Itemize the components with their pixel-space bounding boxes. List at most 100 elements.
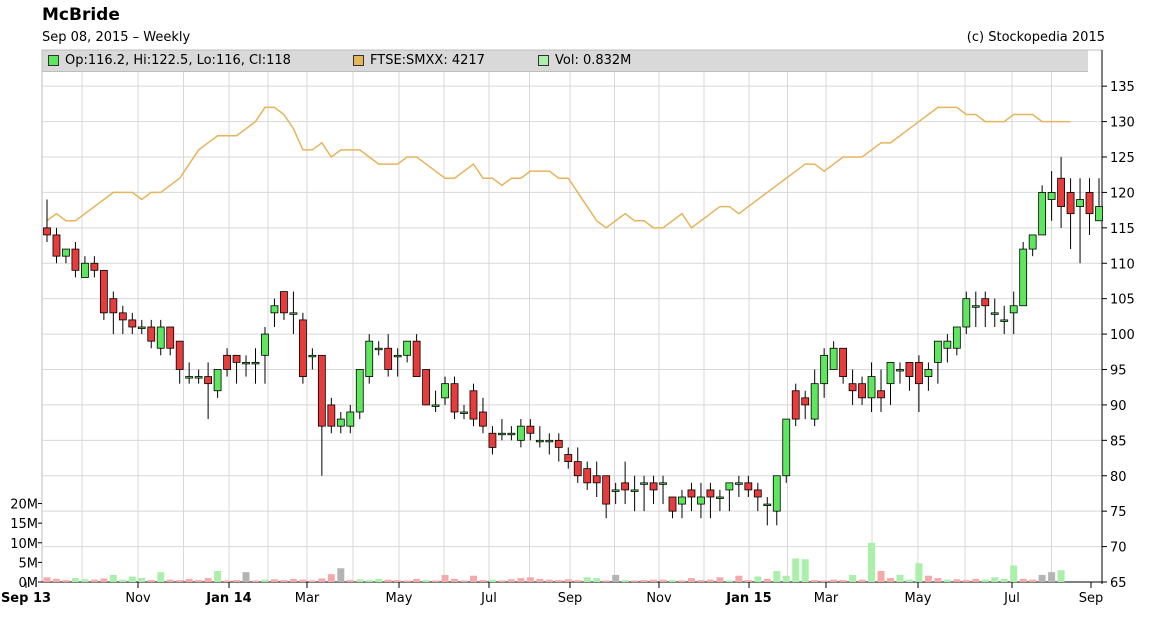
- y-tick-label: 125: [1110, 151, 1135, 166]
- candle-body: [725, 482, 734, 491]
- volume-bar: [413, 578, 421, 582]
- candle-body: [858, 383, 866, 399]
- volume-bar: [716, 577, 724, 582]
- candle-body: [137, 326, 146, 329]
- volume-bar: [479, 580, 487, 582]
- volume-bar: [1038, 574, 1046, 582]
- x-tick-label: Jul: [1003, 591, 1020, 606]
- y-tick-label: 130: [1110, 116, 1135, 131]
- candle-body: [393, 354, 402, 358]
- candle-body: [128, 319, 137, 328]
- candle-body: [223, 354, 231, 370]
- candle-body: [753, 489, 762, 498]
- volume-bar: [337, 568, 345, 582]
- candle-body: [867, 376, 876, 399]
- candle-body: [990, 312, 999, 315]
- vol-tick-label: 15M: [10, 517, 38, 532]
- candle-body: [526, 425, 535, 434]
- candle-body: [801, 397, 810, 406]
- volume-bar: [365, 580, 373, 582]
- price-chart: 65 70 75 80 85 90 95 100 105 110 115 120 125 130 135 Se…: [1, 49, 1135, 606]
- candle-body: [1047, 192, 1056, 200]
- candle-body: [687, 489, 696, 498]
- candle-body: [924, 369, 933, 377]
- x-tick-label: Nov: [646, 591, 672, 606]
- candle-body: [772, 475, 781, 512]
- volume-bar: [1048, 572, 1056, 582]
- candle-body: [1028, 234, 1037, 250]
- candle-body: [450, 383, 459, 413]
- vol-tick-label: 0M: [19, 576, 39, 591]
- volume-bar: [1057, 570, 1065, 582]
- volume-bar: [346, 580, 354, 582]
- x-tick-label: May: [386, 591, 413, 606]
- candle-body: [317, 354, 326, 427]
- candle-body: [744, 482, 753, 491]
- candle-body: [952, 326, 961, 349]
- volume-bar: [981, 579, 989, 582]
- plot-frame: [41, 49, 1103, 583]
- volume-bar: [517, 578, 525, 582]
- candle-body: [905, 362, 914, 377]
- candle-body: [896, 369, 904, 372]
- volume-bar: [128, 576, 136, 582]
- volume-bar: [744, 580, 752, 582]
- volume-bar: [536, 578, 544, 582]
- volume-bar: [896, 574, 904, 582]
- y-tick-label: 135: [1110, 80, 1135, 95]
- candle-body: [1019, 248, 1028, 307]
- vol-tick-label: 10M: [10, 537, 38, 552]
- volume-bar: [631, 580, 639, 582]
- volume-bar: [375, 578, 383, 582]
- candle-body: [649, 482, 658, 491]
- candle-body: [422, 369, 430, 406]
- volume-bar: [384, 579, 392, 582]
- candle-body: [251, 362, 260, 365]
- vol-tick-label: 5M: [19, 556, 39, 571]
- x-tick-label: Mar: [814, 591, 839, 606]
- y-tick-label: 115: [1110, 222, 1135, 237]
- candle-body: [640, 482, 648, 485]
- volume-bar: [52, 578, 60, 582]
- vol-tick-label: 20M: [10, 498, 38, 513]
- candle-body: [242, 362, 250, 365]
- volume-bar: [223, 580, 231, 582]
- candle-body: [820, 354, 829, 385]
- volume-bar: [318, 578, 326, 582]
- volume-bar: [877, 571, 885, 582]
- x-tick-label: Mar: [295, 591, 320, 606]
- volume-bar: [943, 579, 951, 582]
- x-tick-label: Sep 13: [1, 591, 51, 606]
- candle-body: [611, 489, 620, 492]
- candle-body: [498, 432, 506, 436]
- volume-bar: [678, 580, 686, 582]
- volume-bar: [811, 580, 819, 582]
- candle-body: [554, 439, 563, 448]
- y-tick-label: 110: [1110, 257, 1135, 272]
- candle-body: [1085, 192, 1094, 215]
- candle-body: [1000, 319, 1009, 322]
- x-tick-label: Jan 14: [205, 591, 251, 606]
- candle-body: [261, 333, 269, 356]
- volume-bar: [119, 579, 127, 582]
- x-tick-label: Jan 15: [725, 591, 771, 606]
- volume-bar: [280, 580, 288, 582]
- candle-body: [308, 354, 317, 358]
- candle-body: [280, 291, 288, 314]
- y-tick-label: 70: [1110, 541, 1127, 556]
- candle-body: [602, 475, 611, 505]
- candle-body: [270, 305, 279, 314]
- volume-bar: [659, 579, 667, 582]
- volume-bar: [81, 579, 89, 582]
- candle-body: [877, 390, 885, 399]
- volume-bar: [905, 579, 913, 582]
- volume-bar: [403, 580, 411, 582]
- volume-bar: [109, 574, 117, 582]
- candle-body: [403, 340, 412, 356]
- volume-bar: [1000, 578, 1008, 582]
- volume-bar: [868, 542, 876, 582]
- candle-body: [782, 418, 791, 477]
- volume-bar: [432, 580, 440, 582]
- candle-body: [441, 383, 449, 399]
- candle-body: [147, 326, 156, 342]
